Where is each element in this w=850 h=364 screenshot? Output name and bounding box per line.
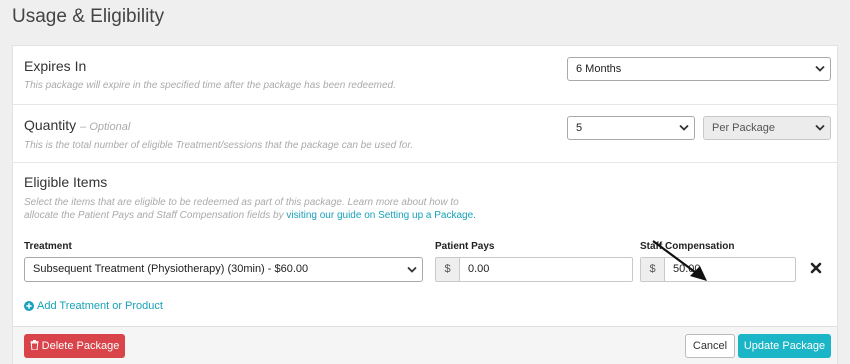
eligible-help-prefix: allocate the Patient Pays and Staff Comp… [24, 210, 287, 221]
col-patient-pays: Patient Pays [435, 241, 495, 252]
delete-package-label: Delete Package [41, 340, 120, 352]
usage-eligibility-card: Expires In This package will expire in t… [12, 45, 838, 364]
expires-value: 6 Months [576, 63, 622, 75]
card-footer: Delete Package Cancel Update Package [13, 326, 837, 364]
chevron-down-icon [815, 65, 825, 72]
add-treatment-label: Add Treatment or Product [37, 300, 163, 312]
quantity-help: This is the total number of eligible Tre… [24, 140, 414, 151]
quantity-unit-value: Per Package [712, 122, 775, 134]
col-treatment: Treatment [24, 241, 72, 252]
expires-title: Expires In [24, 58, 87, 74]
quantity-row: Quantity – Optional This is the total num… [13, 105, 837, 163]
plus-circle-icon [24, 301, 34, 311]
quantity-unit-select: Per Package [703, 116, 831, 140]
patient-pays-field[interactable]: $ 0.00 [435, 257, 633, 282]
treatment-value: Subsequent Treatment (Physiotherapy) (30… [33, 263, 309, 275]
cancel-button[interactable]: Cancel [685, 334, 735, 358]
quantity-title-text: Quantity [24, 117, 77, 133]
expires-row: Expires In This package will expire in t… [13, 46, 837, 105]
currency-addon: $ [436, 258, 460, 281]
patient-pays-value: 0.00 [468, 263, 490, 275]
chevron-down-icon [407, 266, 417, 273]
eligible-title: Eligible Items [24, 174, 108, 190]
expires-help: This package will expire in the specifie… [24, 80, 396, 91]
chevron-down-icon [679, 124, 689, 131]
quantity-title: Quantity – Optional [24, 117, 130, 133]
quantity-optional: – Optional [80, 121, 131, 133]
page-title: Usage & Eligibility [12, 6, 165, 27]
treatment-select[interactable]: Subsequent Treatment (Physiotherapy) (30… [24, 257, 423, 282]
eligible-help-line2: allocate the Patient Pays and Staff Comp… [24, 210, 476, 221]
quantity-value: 5 [576, 122, 583, 134]
expires-select[interactable]: 6 Months [567, 57, 831, 81]
arrow-annotation [652, 240, 707, 281]
delete-package-button[interactable]: Delete Package [24, 334, 125, 358]
eligible-help-line1: Select the items that are eligible to be… [24, 197, 459, 208]
trash-icon [30, 340, 39, 350]
guide-link[interactable]: visiting our guide on Setting up a Packa… [286, 210, 476, 221]
quantity-select[interactable]: 5 [567, 116, 695, 140]
add-treatment-link[interactable]: Add Treatment or Product [24, 300, 163, 312]
chevron-down-icon [815, 124, 825, 131]
update-package-button[interactable]: Update Package [738, 334, 831, 358]
close-icon[interactable] [810, 262, 822, 274]
